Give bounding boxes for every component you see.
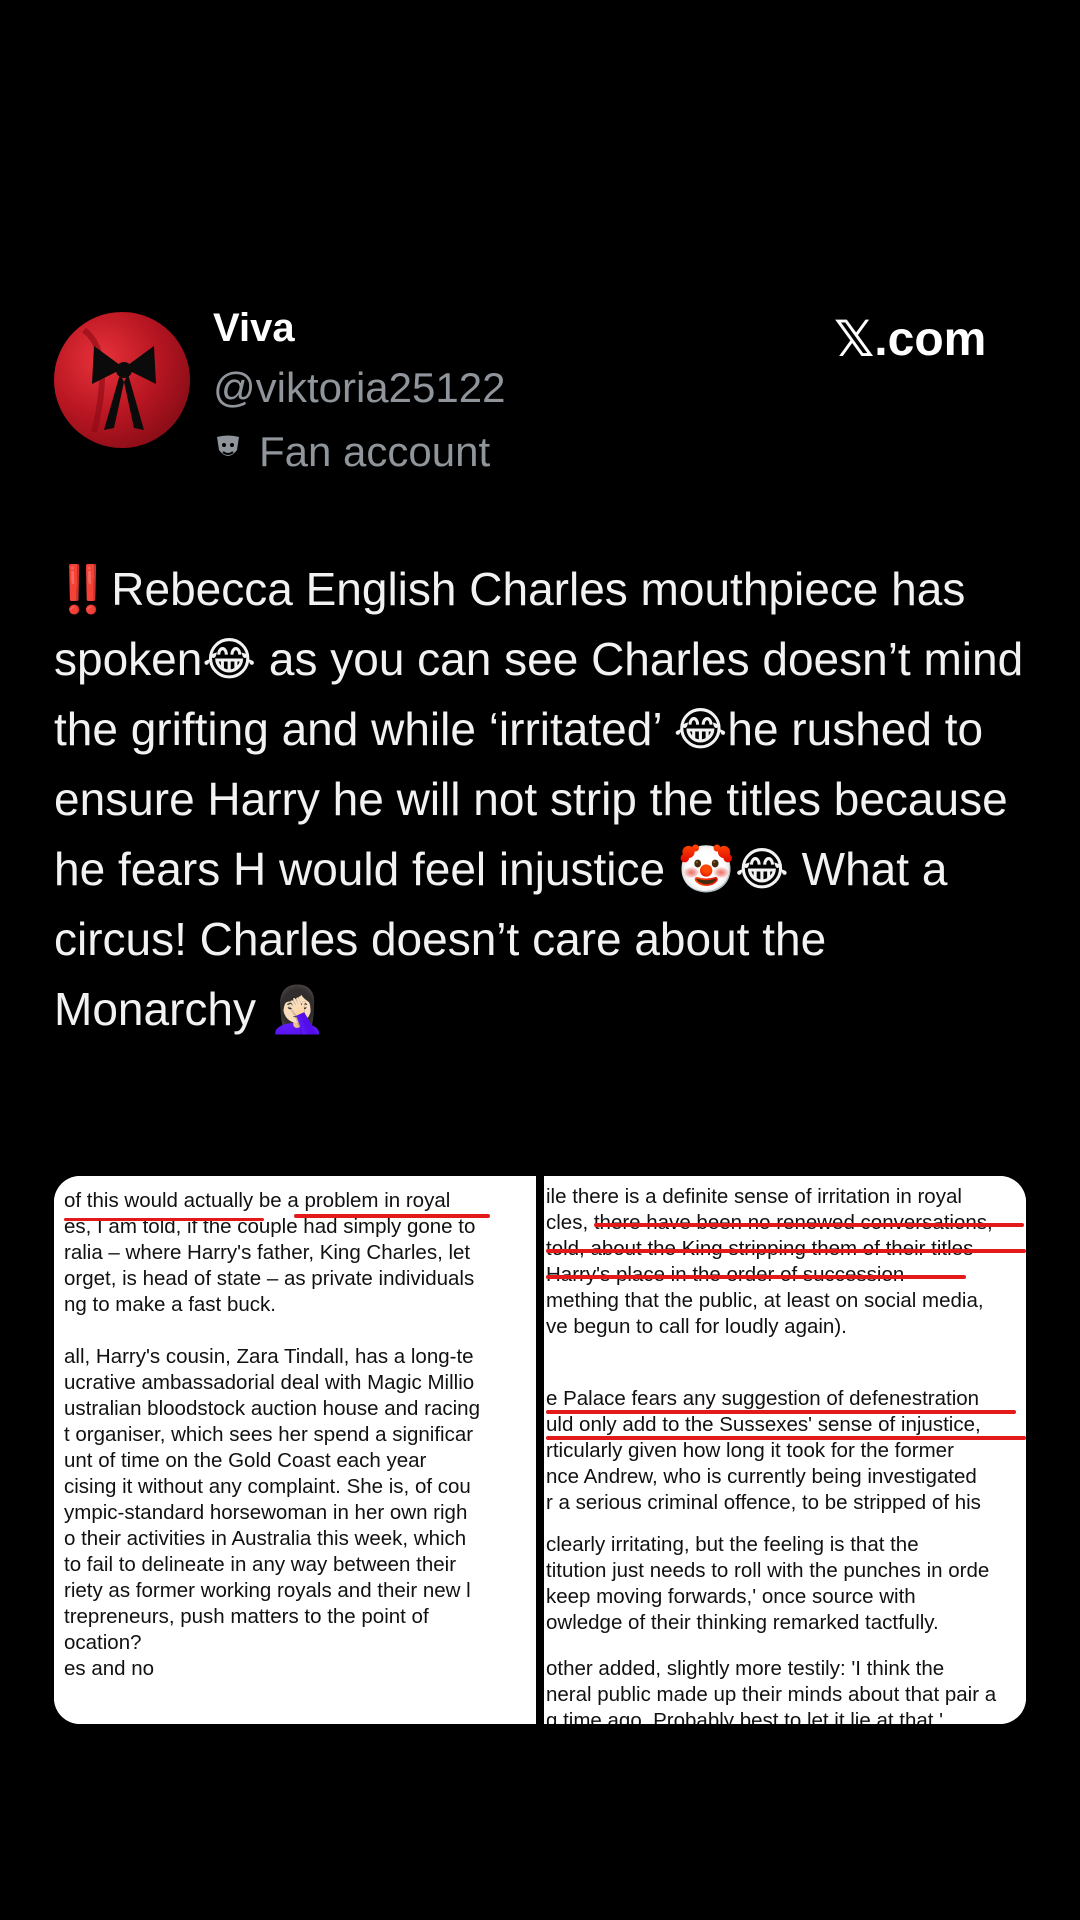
brand-text: .com	[874, 312, 987, 366]
display-name[interactable]: Viva	[213, 306, 295, 351]
facepalm-emoji-icon: 🤦🏻‍♀️	[268, 982, 327, 1036]
laughing-emoji-icon: 😂	[735, 842, 789, 896]
highlight-underline	[546, 1410, 1016, 1414]
article-line: ng to make a fast buck.	[64, 1293, 276, 1316]
article-line: riety as former working royals and their…	[64, 1579, 471, 1602]
article-line: o their activities in Australia this wee…	[64, 1527, 467, 1550]
article-line: other added, slightly more testily: 'I t…	[546, 1657, 945, 1680]
article-line: to fail to delineate in any way between …	[64, 1553, 457, 1576]
article-line: neral public made up their minds about t…	[546, 1683, 997, 1706]
article-line: all, Harry's cousin, Zara Tindall, has a…	[64, 1345, 474, 1368]
article-line: nce Andrew, who is currently being inves…	[546, 1465, 977, 1488]
avatar[interactable]	[54, 312, 190, 448]
highlight-underline	[546, 1275, 966, 1279]
article-line: cising it without any complaint. She is,…	[64, 1475, 471, 1498]
article-line: uld only add to the Sussexes' sense of i…	[546, 1413, 981, 1436]
article-line: r a serious criminal offence, to be stri…	[546, 1491, 981, 1514]
article-excerpt-right: ile there is a definite sense of irritat…	[544, 1176, 1026, 1724]
article-line: trepreneurs, push matters to the point o…	[64, 1605, 429, 1628]
laughing-emoji-icon: 😂	[202, 632, 257, 686]
article-line: titution just needs to roll with the pun…	[546, 1559, 990, 1582]
article-line: orget, is head of state – as private ind…	[64, 1267, 475, 1290]
article-line: ile there is a definite sense of irritat…	[546, 1185, 962, 1208]
highlight-underline	[546, 1436, 1026, 1440]
article-line: of this would actually be a problem in r…	[64, 1189, 451, 1212]
article-line: ocation?	[64, 1631, 142, 1654]
article-line: ve begun to call for loudly again).	[546, 1315, 847, 1338]
highlight-underline	[294, 1214, 490, 1218]
theater-masks-icon	[213, 433, 243, 472]
highlight-underline	[546, 1249, 1026, 1253]
article-line: es and no	[64, 1657, 155, 1680]
article-line: keep moving forwards,' once source with	[546, 1585, 916, 1608]
double-exclamation-icon: ‼️	[54, 562, 112, 616]
article-line: owledge of their thinking remarked tactf…	[546, 1611, 939, 1634]
attached-image[interactable]: of this would actually be a problem in r…	[54, 1176, 1026, 1724]
article-line: t organiser, which sees her spend a sign…	[64, 1423, 474, 1446]
article-line: rticularly given how long it took for th…	[546, 1439, 954, 1462]
article-line: ralia – where Harry's father, King Charl…	[64, 1241, 471, 1264]
tweet-text: ‼️Rebecca English Charles mouthpiece has…	[54, 554, 1034, 1044]
x-logo-icon: 𝕏	[834, 310, 875, 368]
clown-emoji-icon: 🤡	[677, 842, 736, 896]
article-line: clearly irritating, but the feeling is t…	[546, 1533, 919, 1556]
article-line: ucrative ambassadorial deal with Magic M…	[64, 1371, 475, 1394]
article-line: ustralian bloodstock auction house and r…	[64, 1397, 480, 1420]
laughing-emoji-icon: 😂	[673, 702, 728, 756]
badge-label: Fan account	[259, 428, 491, 475]
article-line: e Palace fears any suggestion of defenes…	[546, 1387, 980, 1410]
account-badge: Fan account	[213, 428, 490, 476]
image-divider	[536, 1176, 544, 1724]
article-line: unt of time on the Gold Coast each year	[64, 1449, 427, 1472]
user-handle[interactable]: @viktoria25122	[213, 364, 505, 412]
article-line: g time ago. Probably best to let it lie …	[546, 1709, 944, 1724]
highlight-underline	[594, 1223, 1024, 1227]
bow-icon	[82, 327, 156, 433]
article-line: mething that the public, at least on soc…	[546, 1289, 984, 1312]
brand: 𝕏 .com	[834, 310, 986, 368]
highlight-underline	[64, 1218, 264, 1221]
article-line: ympic-standard horsewoman in her own rig…	[64, 1501, 468, 1524]
article-excerpt-left: of this would actually be a problem in r…	[54, 1176, 536, 1724]
